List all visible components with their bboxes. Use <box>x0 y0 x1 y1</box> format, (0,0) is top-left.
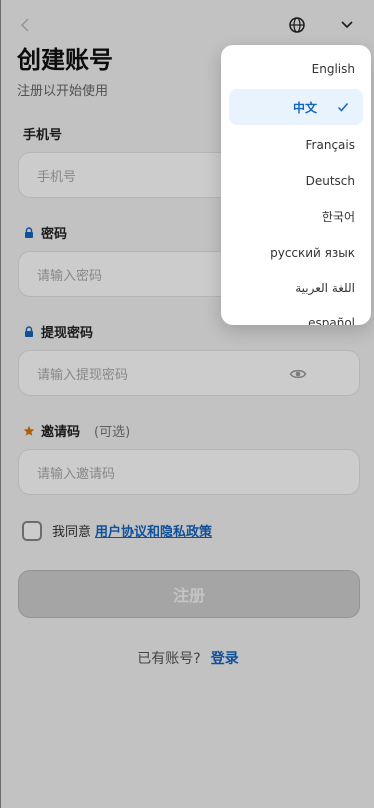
language-option-english[interactable]: English <box>229 51 363 87</box>
language-option-label: اللغة العربية <box>295 281 355 295</box>
language-option-german[interactable]: Deutsch <box>229 163 363 199</box>
register-page: 创建账号 注册以开始使用 手机号 手机号 密码 请输入密码 提现密码 请输入提现… <box>0 0 374 808</box>
language-option-label: Français <box>305 138 355 152</box>
language-option-arabic[interactable]: اللغة العربية <box>229 270 363 306</box>
language-option-chinese[interactable]: 中文 <box>229 89 363 125</box>
language-option-label: English <box>311 62 355 76</box>
language-menu: English 中文 Français Deutsch 한국어 русский … <box>221 45 371 325</box>
language-option-label: 中文 <box>293 100 318 115</box>
check-icon <box>337 103 349 112</box>
language-option-label: русский язык <box>270 246 355 260</box>
language-option-korean[interactable]: 한국어 <box>229 198 363 234</box>
language-option-russian[interactable]: русский язык <box>229 235 363 271</box>
language-option-label: 한국어 <box>321 209 355 224</box>
language-option-label: español <box>308 316 355 325</box>
language-option-french[interactable]: Français <box>229 127 363 163</box>
language-option-label: Deutsch <box>305 174 355 188</box>
language-option-spanish[interactable]: español <box>229 305 363 325</box>
